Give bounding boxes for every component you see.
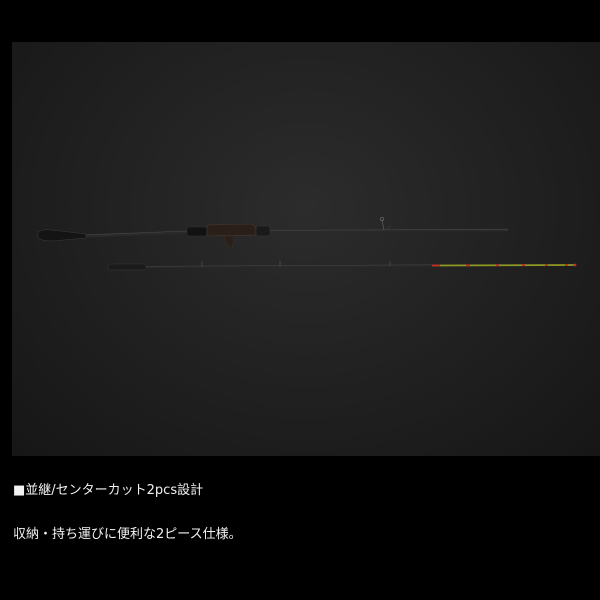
feature-heading: ■並継/センターカット2pcs設計	[13, 483, 204, 498]
butt-section	[37, 217, 509, 249]
fishing-rod-icon	[37, 217, 577, 271]
tip-section	[107, 261, 577, 271]
feature-description: 収納・持ち運びに便利な2ピース仕様。	[13, 527, 242, 542]
product-photo	[12, 42, 600, 456]
